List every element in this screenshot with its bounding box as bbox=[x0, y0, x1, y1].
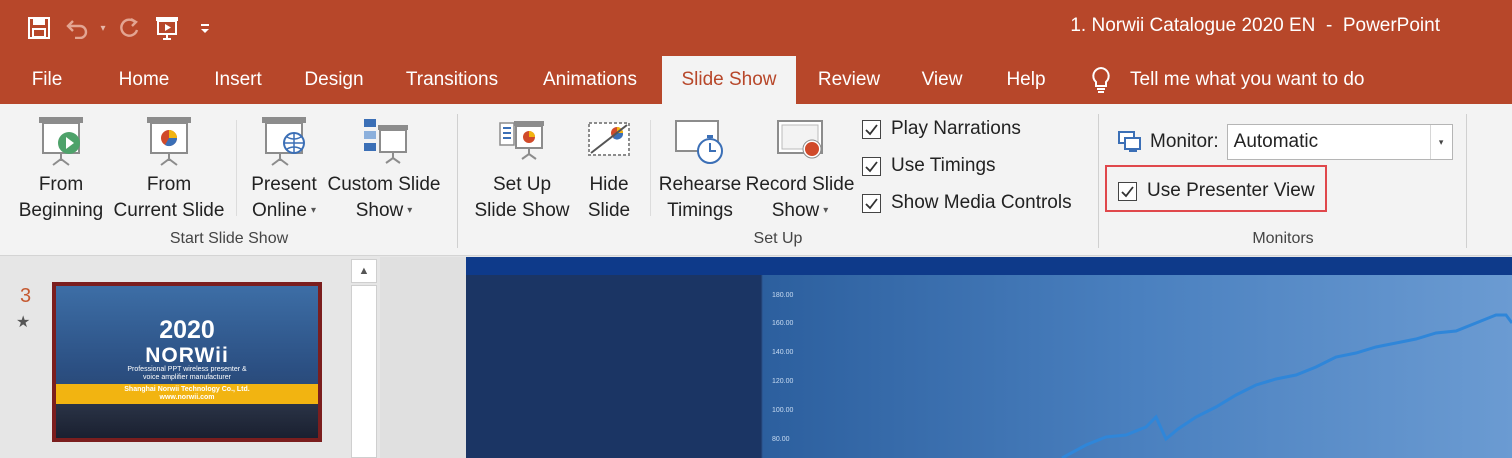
slide-number: 3 bbox=[20, 285, 32, 307]
use-timings-checkbox[interactable]: Use Timings bbox=[862, 155, 996, 177]
window-title: 1. Norwii Catalogue 2020 EN - PowerPoint bbox=[1070, 15, 1440, 36]
presenter-view-highlight-box bbox=[1105, 165, 1327, 212]
from-current-slide-icon bbox=[112, 110, 226, 172]
axis-tick: 120.00 bbox=[772, 378, 794, 385]
group-label-monitors: Monitors bbox=[1252, 230, 1314, 247]
group-label-start-slide-show: Start Slide Show bbox=[169, 230, 289, 247]
hide-slide-button[interactable]: Hide Slide bbox=[580, 110, 638, 224]
tab-transitions[interactable]: Transitions bbox=[392, 56, 512, 104]
chevron-down-icon: ▾ bbox=[823, 205, 829, 216]
ribbon-group-separator bbox=[1098, 114, 1099, 248]
tab-help[interactable]: Help bbox=[994, 56, 1058, 104]
save-icon[interactable] bbox=[20, 11, 58, 45]
slide-thumbnail[interactable]: 2020 NORWii Professional PPT wireless pr… bbox=[52, 282, 322, 442]
checkmark-icon bbox=[862, 156, 881, 176]
set-up-slide-show-icon bbox=[470, 110, 574, 172]
thumbnail-year: 2020 bbox=[159, 316, 215, 344]
main-slide[interactable]: 180.00 160.00 140.00 120.00 100.00 80.00 bbox=[466, 257, 1512, 458]
redo-icon[interactable] bbox=[110, 11, 148, 45]
rehearse-timings-button[interactable]: Rehearse Timings bbox=[658, 110, 742, 224]
title-bar: ▾ 1. Norwii Catalogue 2020 EN - PowerPoi… bbox=[0, 0, 1512, 56]
tell-me-search[interactable]: Tell me what you want to do bbox=[1090, 56, 1364, 104]
custom-slide-show-button[interactable]: Custom Slide Show ▾ bbox=[324, 110, 444, 224]
ribbon-group-separator bbox=[1466, 114, 1467, 248]
tab-home[interactable]: Home bbox=[104, 56, 184, 104]
tab-slide-show[interactable]: Slide Show bbox=[662, 56, 796, 104]
tab-view[interactable]: View bbox=[908, 56, 976, 104]
present-online-button[interactable]: Present Online ▾ bbox=[246, 110, 322, 224]
scroll-thumb[interactable] bbox=[351, 285, 377, 458]
custom-slide-show-icon bbox=[324, 110, 444, 172]
thumbnail-audience bbox=[56, 404, 318, 438]
ribbon-inner-separator bbox=[236, 120, 237, 216]
record-slide-show-icon bbox=[744, 110, 856, 172]
tab-animations[interactable]: Animations bbox=[528, 56, 652, 104]
thumbnail-brand: NORWii bbox=[145, 344, 229, 367]
tab-review[interactable]: Review bbox=[806, 56, 892, 104]
lightbulb-icon bbox=[1092, 66, 1110, 93]
start-from-beginning-icon[interactable] bbox=[148, 11, 186, 45]
thumbnail-url: www.norwii.com bbox=[159, 394, 215, 401]
tab-design[interactable]: Design bbox=[292, 56, 376, 104]
monitor-row: Monitor: Automatic ▾ bbox=[1118, 124, 1453, 160]
chevron-down-icon: ▾ bbox=[407, 205, 413, 216]
record-slide-show-button[interactable]: Record Slide Show ▾ bbox=[744, 110, 856, 224]
play-narrations-checkbox[interactable]: Play Narrations bbox=[862, 118, 1021, 140]
show-media-controls-checkbox[interactable]: Show Media Controls bbox=[862, 192, 1072, 214]
thumbnail-company: Shanghai Norwii Technology Co., Ltd. bbox=[124, 386, 250, 393]
ribbon-inner-separator bbox=[650, 120, 651, 216]
checkmark-icon bbox=[862, 119, 881, 139]
thumbnail-subtitle-line2: voice amplifier manufacturer bbox=[143, 374, 231, 381]
group-label-set-up: Set Up bbox=[753, 230, 803, 247]
quick-access-toolbar: ▾ bbox=[20, 10, 224, 46]
hide-slide-icon bbox=[580, 110, 638, 172]
undo-dropdown-icon[interactable]: ▾ bbox=[96, 11, 110, 45]
tab-insert[interactable]: Insert bbox=[200, 56, 276, 104]
monitor-label: Monitor: bbox=[1150, 131, 1219, 152]
axis-tick: 100.00 bbox=[772, 407, 794, 414]
axis-tick: 160.00 bbox=[772, 320, 794, 327]
slide-chart-line bbox=[1061, 313, 1512, 458]
rehearse-timings-icon bbox=[658, 110, 742, 172]
tab-file[interactable]: File bbox=[16, 56, 78, 104]
ribbon-tabs: File Home Insert Design Transitions Anim… bbox=[0, 56, 1512, 104]
axis-tick: 80.00 bbox=[772, 436, 790, 443]
scroll-up-arrow-icon[interactable]: ▲ bbox=[351, 259, 377, 283]
chevron-down-icon: ▾ bbox=[310, 205, 316, 216]
ribbon-group-separator bbox=[457, 114, 458, 248]
axis-tick: 140.00 bbox=[772, 349, 794, 356]
animation-star-icon: ★ bbox=[16, 314, 31, 331]
monitor-select[interactable]: Automatic ▾ bbox=[1226, 124, 1453, 160]
undo-icon[interactable] bbox=[58, 11, 96, 45]
slide-chart-graphic: 180.00 160.00 140.00 120.00 100.00 80.00 bbox=[761, 275, 1512, 458]
monitor-icon bbox=[1118, 131, 1141, 152]
chevron-down-icon[interactable]: ▾ bbox=[1429, 125, 1452, 159]
from-beginning-button[interactable]: From Beginning bbox=[14, 110, 108, 224]
thumbnail-subtitle-line1: Professional PPT wireless presenter & bbox=[127, 366, 247, 373]
from-beginning-icon bbox=[14, 110, 108, 172]
checkmark-icon bbox=[862, 193, 881, 213]
tell-me-label: Tell me what you want to do bbox=[1130, 69, 1365, 90]
customize-qat-icon[interactable] bbox=[186, 11, 224, 45]
axis-tick: 180.00 bbox=[772, 292, 794, 299]
set-up-slide-show-button[interactable]: Set Up Slide Show bbox=[470, 110, 574, 224]
present-online-icon bbox=[246, 110, 322, 172]
from-current-slide-button[interactable]: From Current Slide bbox=[112, 110, 226, 224]
